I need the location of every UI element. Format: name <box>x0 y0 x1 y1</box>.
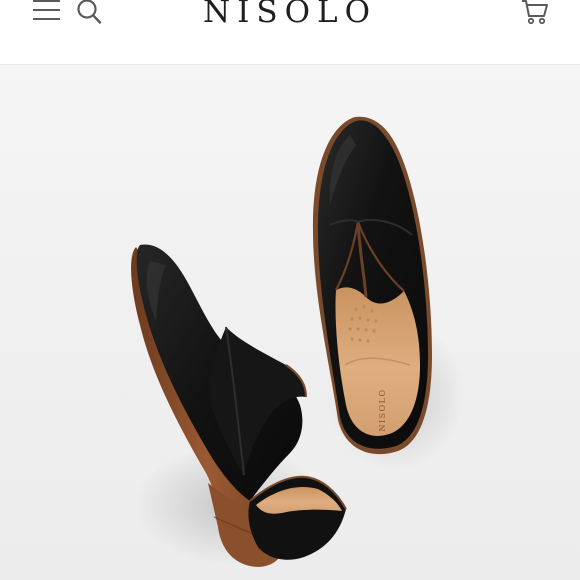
product-hero: NISOLO <box>0 65 580 580</box>
brand-logo[interactable]: NISOLO <box>0 0 580 32</box>
site-header: NISOLO <box>0 0 580 65</box>
cart-icon <box>522 0 548 25</box>
cart-button[interactable] <box>520 0 550 26</box>
product-image[interactable]: NISOLO <box>0 65 580 580</box>
insole-logo: NISOLO <box>378 388 387 431</box>
product-page: NISOLO NISOLO <box>0 0 580 580</box>
